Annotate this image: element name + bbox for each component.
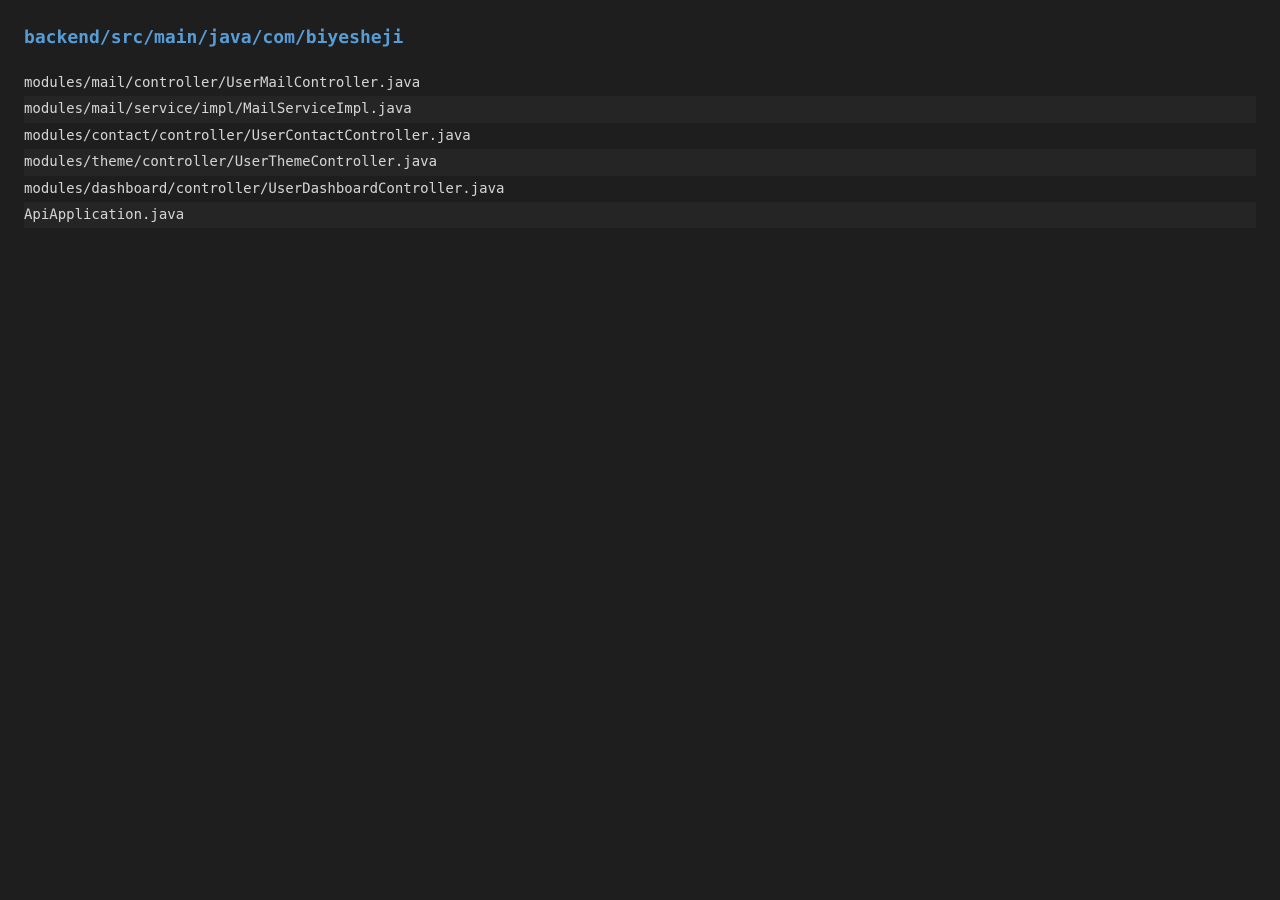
file-row-user-contact-controller[interactable]: modules/contact/controller/UserContactCo… bbox=[24, 123, 1256, 149]
file-row-mail-service-impl[interactable]: modules/mail/service/impl/MailServiceImp… bbox=[24, 96, 1256, 123]
file-row-user-theme-controller[interactable]: modules/theme/controller/UserThemeContro… bbox=[24, 149, 1256, 176]
file-list: modules/mail/controller/UserMailControll… bbox=[24, 70, 1256, 229]
file-row-user-mail-controller[interactable]: modules/mail/controller/UserMailControll… bbox=[24, 70, 1256, 96]
file-row-api-application[interactable]: ApiApplication.java bbox=[24, 201, 1256, 229]
directory-path-title: backend/src/main/java/com/biyesheji bbox=[24, 27, 404, 48]
file-row-user-dashboard-controller[interactable]: modules/dashboard/controller/UserDashboa… bbox=[24, 176, 1256, 202]
